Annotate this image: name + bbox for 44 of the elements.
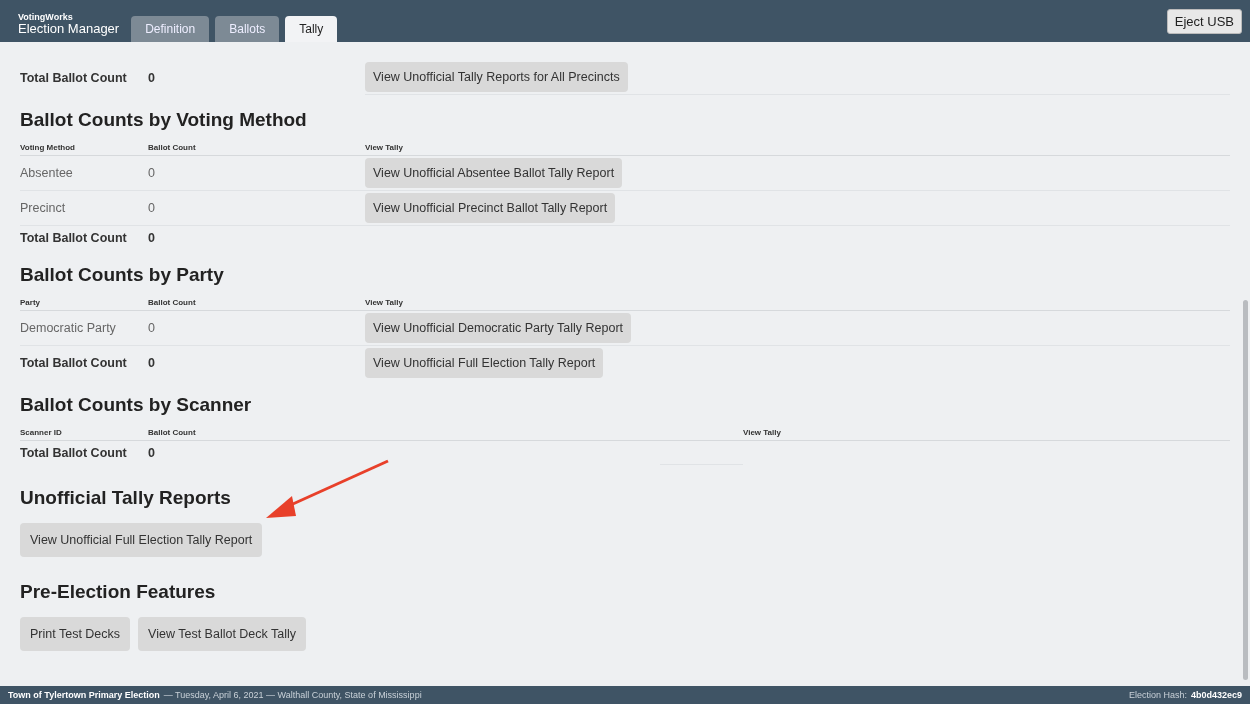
section-heading: Ballot Counts by Voting Method bbox=[20, 109, 308, 131]
report-button[interactable]: View Unofficial Full Election Tally Report bbox=[365, 348, 604, 378]
election-hash: 4b0d432ec9 bbox=[1190, 690, 1242, 700]
action-button[interactable]: View Test Ballot Deck Tally bbox=[138, 617, 307, 651]
column-header: Ballot Count bbox=[148, 294, 365, 311]
app-title: Election Manager bbox=[18, 22, 120, 36]
action-button[interactable]: View Unofficial Full Election Tally Report bbox=[20, 523, 263, 557]
report-button[interactable]: View Unofficial Tally Reports for All Precincts bbox=[365, 62, 628, 92]
total-label: Total Ballot Count bbox=[20, 445, 128, 462]
ballot-count: 0 bbox=[148, 69, 156, 87]
action-button[interactable]: Print Test Decks bbox=[20, 617, 131, 651]
section-heading: Pre-Election Features bbox=[20, 581, 217, 603]
total-label: Total Ballot Count bbox=[20, 355, 128, 372]
column-header: Voting Method bbox=[20, 139, 148, 156]
total-label: Total Ballot Count bbox=[20, 230, 128, 247]
report-button[interactable]: View Unofficial Democratic Party Tally Report bbox=[365, 313, 632, 343]
election-title: Town of Tylertown Primary Election bbox=[8, 690, 160, 700]
column-header: Party bbox=[20, 294, 148, 311]
column-header: View Tally bbox=[743, 424, 1230, 441]
brand-label: VotingWorks bbox=[18, 12, 74, 22]
column-header: Ballot Count bbox=[148, 139, 365, 156]
nav-tab[interactable]: Tally bbox=[285, 16, 338, 42]
column-header: View Tally bbox=[365, 294, 1230, 311]
row-label: Precinct bbox=[20, 191, 148, 226]
eject-button[interactable]: Eject USB bbox=[1166, 8, 1242, 34]
column-header: Scanner ID bbox=[20, 424, 148, 441]
total-label: Total Ballot Count bbox=[20, 69, 128, 87]
section-heading: Ballot Counts by Party bbox=[20, 264, 225, 286]
section-heading: Unofficial Tally Reports bbox=[20, 487, 232, 509]
column-header: Ballot Count bbox=[148, 424, 660, 441]
report-button[interactable]: View Unofficial Precinct Ballot Tally Report bbox=[365, 193, 616, 223]
ballot-count: 0 bbox=[148, 230, 156, 247]
ballot-count: 0 bbox=[148, 355, 156, 372]
section-heading: Ballot Counts by Scanner bbox=[20, 394, 253, 416]
ballot-count: 0 bbox=[148, 156, 365, 191]
ballot-count: 0 bbox=[148, 311, 365, 346]
ballot-count: 0 bbox=[148, 445, 156, 462]
row-label: Democratic Party bbox=[20, 311, 148, 346]
ballot-count: 0 bbox=[148, 191, 365, 226]
row-label: Absentee bbox=[20, 156, 148, 191]
election-details: — Tuesday, April 6, 2021 — Walthall County, State of Mississippi bbox=[163, 690, 422, 700]
report-button[interactable]: View Unofficial Absentee Ballot Tally Report bbox=[365, 158, 623, 188]
hash-label: Election Hash: bbox=[1128, 690, 1187, 700]
column-header: View Tally bbox=[365, 139, 1230, 156]
